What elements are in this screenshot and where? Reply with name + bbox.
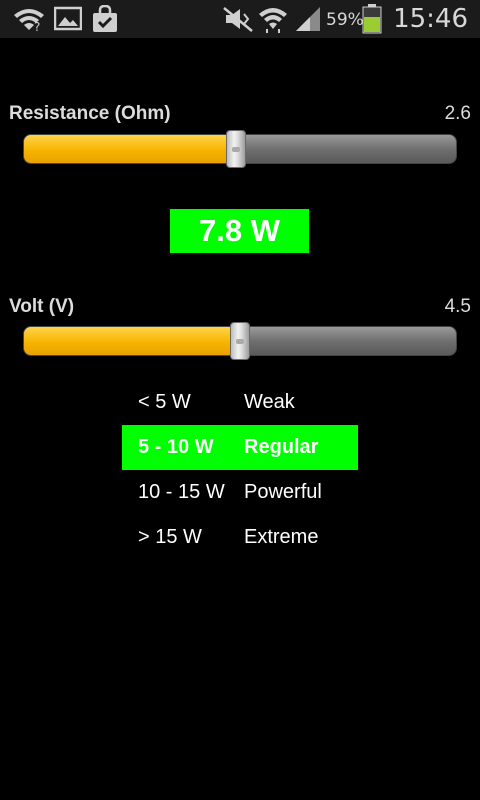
status-bar: ? 59% 15:46: [0, 0, 480, 38]
range-watts: < 5 W: [138, 391, 191, 413]
volt-slider-thumb[interactable]: [230, 322, 250, 360]
shopping-bag-icon: [93, 5, 117, 32]
range-watts: > 15 W: [138, 526, 202, 548]
resistance-value: 2.6: [444, 103, 471, 124]
resistance-slider-thumb[interactable]: [225, 130, 246, 168]
gallery-icon: [54, 6, 82, 31]
range-category: Powerful: [244, 481, 322, 503]
power-range-table: < 5 W Weak 5 - 10 W Regular 10 - 15 W Po…: [122, 380, 358, 560]
range-category: Weak: [244, 391, 295, 413]
wifi-icon: [259, 8, 287, 33]
range-row: < 5 W Weak: [122, 380, 358, 425]
battery-icon: [362, 4, 382, 34]
range-watts: 5 - 10 W: [138, 436, 214, 458]
signal-icon: [296, 7, 320, 31]
range-watts: 10 - 15 W: [138, 481, 225, 503]
volt-label: Volt (V): [9, 296, 75, 317]
range-category: Regular: [244, 436, 319, 458]
range-category: Extreme: [244, 526, 319, 548]
battery-percent: 59%: [326, 10, 364, 30]
svg-text:?: ?: [34, 20, 40, 33]
clock: 15:46: [393, 4, 468, 34]
range-row: 10 - 15 W Powerful: [122, 470, 358, 515]
resistance-slider-fill: [24, 135, 237, 163]
volt-value: 4.5: [444, 296, 471, 317]
resistance-label: Resistance (Ohm): [9, 103, 171, 124]
volt-slider-fill: [24, 327, 241, 355]
wifi-notification-icon: ?: [14, 9, 44, 33]
mute-icon: [223, 7, 253, 32]
power-readout: 7.8 W: [170, 209, 309, 253]
range-row: > 15 W Extreme: [122, 515, 358, 560]
range-row-active: 5 - 10 W Regular: [122, 425, 358, 470]
